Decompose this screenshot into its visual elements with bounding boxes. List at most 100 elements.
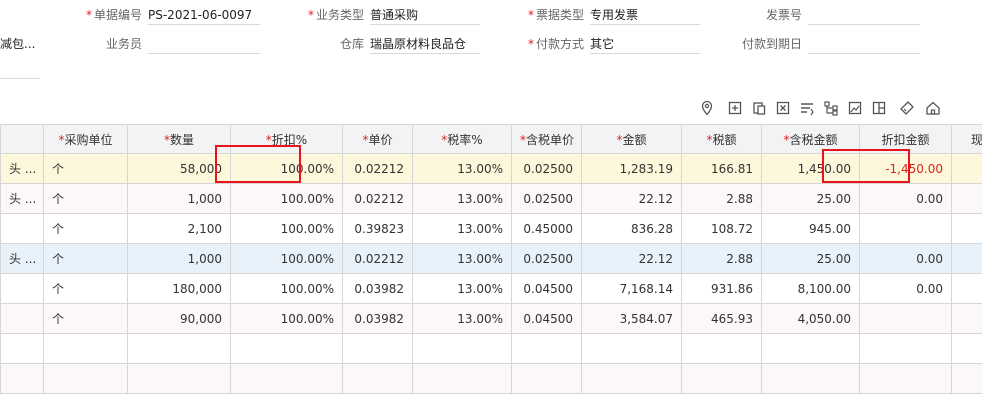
add-row-icon[interactable]: [724, 97, 746, 119]
paste-icon[interactable]: [748, 97, 770, 119]
cell-purchase-unit[interactable]: 个: [43, 183, 128, 214]
table-row[interactable]: 个 180,000 100.00% 0.03982 13.00% 0.04500 7,168…: [0, 273, 982, 304]
cell-stock-qty[interactable]: [951, 243, 982, 274]
salesperson-field[interactable]: [148, 35, 260, 54]
col-header-quantity[interactable]: *数量: [127, 124, 231, 154]
col-header-row-prefix[interactable]: [0, 124, 44, 154]
cell-tax-incl-unit-price[interactable]: [511, 333, 582, 364]
cell-tax-rate[interactable]: [412, 363, 512, 394]
invoice-type-field[interactable]: 专用发票: [590, 6, 700, 25]
cell-tax-incl-unit-price[interactable]: 0.04500: [511, 303, 582, 334]
delete-icon[interactable]: [772, 97, 794, 119]
cell-purchase-unit[interactable]: 个: [43, 213, 128, 244]
cell-discount-amount[interactable]: 0.00: [859, 243, 952, 274]
col-header-stock-qty[interactable]: 现存量: [951, 124, 982, 154]
col-header-unit-price[interactable]: *单价: [342, 124, 413, 154]
cell-discount-amount[interactable]: [859, 333, 952, 364]
cell-tax-amount[interactable]: 166.81: [681, 153, 762, 184]
layout-icon[interactable]: [868, 97, 890, 119]
table-row[interactable]: [0, 333, 982, 364]
cell-discount-rate[interactable]: 100.00%: [230, 303, 343, 334]
biz-type-field[interactable]: 普通采购: [370, 6, 480, 25]
cell-tax-amount[interactable]: 108.72: [681, 213, 762, 244]
cell-amount[interactable]: [581, 333, 682, 364]
table-row[interactable]: 头 ... 个 58,000 100.00% 0.02212 13.00% 0.02500 1…: [0, 153, 982, 184]
cell-discount-rate[interactable]: 100.00%: [230, 273, 343, 304]
cell-unit-price[interactable]: 0.03982: [342, 303, 413, 334]
left-truncated-field[interactable]: 减包...: [0, 35, 40, 53]
cell-stock-qty[interactable]: [951, 303, 982, 334]
cell-amount[interactable]: 22.12: [581, 183, 682, 214]
cell-tax-incl-unit-price[interactable]: [511, 363, 582, 394]
cell-tax-incl-unit-price[interactable]: 0.04500: [511, 273, 582, 304]
warehouse-field[interactable]: 瑞晶原材料良品仓: [370, 35, 480, 54]
cell-quantity[interactable]: 2,100: [127, 213, 231, 244]
cell-tax-incl-unit-price[interactable]: 0.02500: [511, 243, 582, 274]
cell-purchase-unit[interactable]: 个: [43, 303, 128, 334]
cell-stock-qty[interactable]: [951, 273, 982, 304]
cell-tax-incl-amount[interactable]: 25.00: [761, 183, 860, 214]
cell-tax-incl-amount[interactable]: [761, 363, 860, 394]
tree-icon[interactable]: [820, 97, 842, 119]
cell-amount[interactable]: 22.12: [581, 243, 682, 274]
table-row[interactable]: 头 ... 个 1,000 100.00% 0.02212 13.00% 0.02500 22…: [0, 183, 982, 214]
cell-row-prefix[interactable]: [0, 303, 44, 334]
cell-discount-rate[interactable]: 100.00%: [230, 213, 343, 244]
cell-tax-rate[interactable]: [412, 333, 512, 364]
cell-discount-amount[interactable]: [859, 363, 952, 394]
cell-row-prefix[interactable]: 头 ...: [0, 153, 44, 184]
cell-unit-price[interactable]: 0.03982: [342, 273, 413, 304]
col-header-tax-incl-unit-price[interactable]: *含税单价: [511, 124, 582, 154]
cell-purchase-unit[interactable]: 个: [43, 273, 128, 304]
cell-quantity[interactable]: 1,000: [127, 243, 231, 274]
col-header-discount-rate[interactable]: *折扣%: [230, 124, 343, 154]
cell-tax-rate[interactable]: 13.00%: [412, 213, 512, 244]
filter-icon[interactable]: [796, 97, 818, 119]
cell-discount-rate[interactable]: 100.00%: [230, 153, 343, 184]
col-header-discount-amount[interactable]: 折扣金额: [859, 124, 952, 154]
cell-amount[interactable]: 1,283.19: [581, 153, 682, 184]
location-icon[interactable]: [696, 97, 718, 119]
table-row[interactable]: 个 2,100 100.00% 0.39823 13.00% 0.45000 836.28 1…: [0, 213, 982, 244]
payment-method-field[interactable]: 其它: [590, 35, 700, 54]
cell-tax-incl-amount[interactable]: 8,100.00: [761, 273, 860, 304]
cell-unit-price[interactable]: [342, 333, 413, 364]
cell-unit-price[interactable]: 0.39823: [342, 213, 413, 244]
cell-discount-amount[interactable]: [859, 303, 952, 334]
image-icon[interactable]: [844, 97, 866, 119]
cell-stock-qty[interactable]: [951, 333, 982, 364]
cell-amount[interactable]: [581, 363, 682, 394]
tag-icon[interactable]: [896, 97, 918, 119]
cell-stock-qty[interactable]: [951, 183, 982, 214]
cell-tax-incl-amount[interactable]: 945.00: [761, 213, 860, 244]
cell-row-prefix[interactable]: [0, 213, 44, 244]
cell-row-prefix[interactable]: 头 ...: [0, 183, 44, 214]
cell-discount-amount[interactable]: [859, 213, 952, 244]
cell-tax-incl-unit-price[interactable]: 0.02500: [511, 153, 582, 184]
col-header-tax-incl-amount[interactable]: *含税金额: [761, 124, 860, 154]
cell-purchase-unit[interactable]: 个: [43, 153, 128, 184]
cell-row-prefix[interactable]: 头 ...: [0, 243, 44, 274]
cell-tax-incl-unit-price[interactable]: 0.02500: [511, 183, 582, 214]
table-row[interactable]: 头 ... 个 1,000 100.00% 0.02212 13.00% 0.02500 22…: [0, 243, 982, 274]
cell-tax-amount[interactable]: 2.88: [681, 243, 762, 274]
cell-tax-incl-amount[interactable]: 1,450.00: [761, 153, 860, 184]
cell-tax-incl-amount[interactable]: [761, 333, 860, 364]
cell-unit-price[interactable]: 0.02212: [342, 183, 413, 214]
cell-discount-amount[interactable]: 0.00: [859, 183, 952, 214]
due-date-field[interactable]: [808, 35, 920, 54]
cell-tax-amount[interactable]: [681, 333, 762, 364]
col-header-amount[interactable]: *金额: [581, 124, 682, 154]
cell-discount-rate[interactable]: [230, 363, 343, 394]
cell-discount-rate[interactable]: 100.00%: [230, 183, 343, 214]
cell-amount[interactable]: 836.28: [581, 213, 682, 244]
cell-quantity[interactable]: 1,000: [127, 183, 231, 214]
cell-tax-incl-amount[interactable]: 4,050.00: [761, 303, 860, 334]
col-header-tax-rate[interactable]: *税率%: [412, 124, 512, 154]
cell-quantity[interactable]: [127, 333, 231, 364]
cell-quantity[interactable]: 90,000: [127, 303, 231, 334]
cell-discount-rate[interactable]: [230, 333, 343, 364]
cell-row-prefix[interactable]: [0, 273, 44, 304]
cell-purchase-unit[interactable]: 个: [43, 243, 128, 274]
cell-row-prefix[interactable]: [0, 363, 44, 394]
